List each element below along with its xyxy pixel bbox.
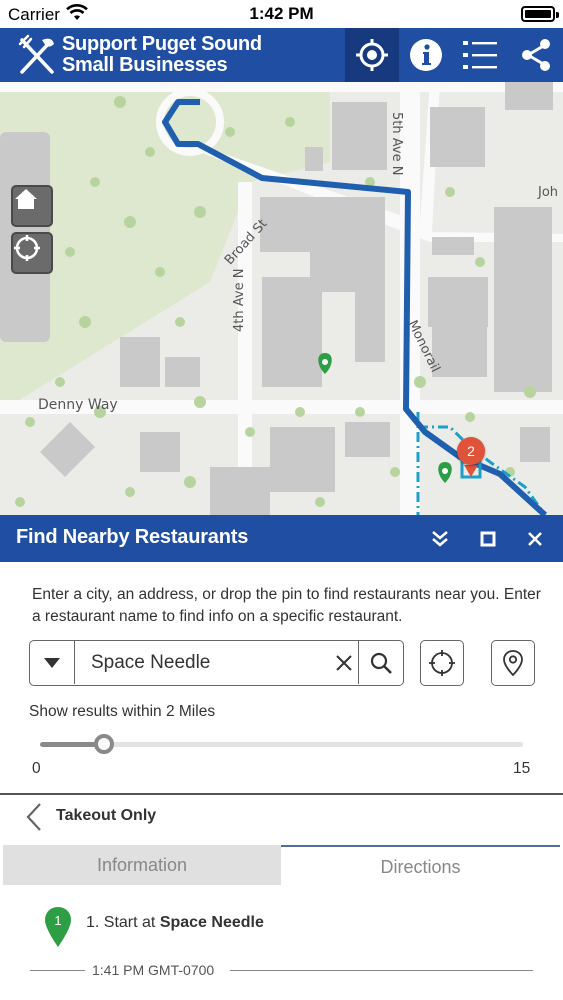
home-button[interactable]: [11, 185, 53, 227]
timestamp-line-right: [230, 970, 533, 971]
timestamp-row: 1:41 PM GMT-0700: [30, 962, 533, 980]
info-button[interactable]: [399, 28, 453, 82]
tab-information[interactable]: Information: [3, 845, 281, 885]
clear-search-button[interactable]: [330, 641, 358, 684]
search-icon: [370, 652, 392, 674]
step-text: 1. Start at Space Needle: [86, 914, 264, 931]
street-label-john: Joh: [538, 185, 559, 200]
svg-text:1: 1: [54, 913, 61, 928]
list-button[interactable]: [453, 28, 507, 82]
share-icon: [522, 39, 550, 71]
search-input[interactable]: [91, 649, 331, 677]
street-label-5th-ave: 5th Ave N: [389, 112, 404, 176]
start-marker-icon: 1: [45, 907, 71, 947]
maximize-icon: [480, 531, 496, 547]
clear-icon: [336, 654, 352, 671]
caret-down-icon: [44, 657, 60, 668]
step-place: Space Needle: [159, 914, 264, 931]
battery-icon: [521, 6, 559, 22]
slider-thumb[interactable]: [94, 734, 115, 754]
locate-button[interactable]: [345, 28, 399, 82]
search-instructions: Enter a city, an address, or drop the pi…: [32, 586, 541, 625]
direction-step[interactable]: 1 1. Start at Space Needle: [40, 905, 540, 949]
slider-max-label: 15: [513, 760, 531, 777]
double-chevron-down-icon: [432, 531, 448, 547]
search-type-dropdown[interactable]: [30, 641, 75, 684]
divider: [0, 793, 563, 795]
locate-icon: [356, 39, 388, 71]
crosshair-icon: [14, 235, 40, 261]
back-label: Takeout Only: [56, 807, 157, 824]
panel-title: Find Nearby Restaurants: [16, 526, 249, 548]
maximize-panel-button[interactable]: [474, 525, 502, 553]
use-location-button[interactable]: [420, 640, 464, 686]
app-header: Support Puget Sound Small Businesses: [0, 28, 563, 82]
share-button[interactable]: [509, 28, 563, 82]
app-title: Support Puget Sound Small Businesses: [62, 33, 262, 76]
close-icon: [528, 532, 542, 546]
slider-min-label: 0: [32, 760, 41, 777]
timestamp: 1:41 PM GMT-0700: [92, 962, 215, 978]
close-panel-button[interactable]: [521, 525, 549, 553]
status-bar: Carrier 1:42 PM: [0, 0, 563, 28]
panel-header: Find Nearby Restaurants: [0, 515, 563, 562]
street-label-4th-ave: 4th Ave N: [232, 268, 247, 332]
search-button[interactable]: [358, 641, 403, 684]
radius-slider[interactable]: [40, 734, 523, 754]
search-box: [29, 640, 404, 686]
street-label-denny-way: Denny Way: [38, 397, 118, 413]
map-locate-button[interactable]: [11, 232, 53, 274]
route-stop-marker[interactable]: 2: [457, 437, 485, 465]
map-view[interactable]: Broad St 5th Ave N Joh 4th Ave N Monorai…: [0, 82, 563, 515]
crosshair-icon: [429, 650, 455, 676]
back-button[interactable]: Takeout Only: [0, 796, 563, 838]
drop-pin-button[interactable]: [491, 640, 535, 686]
timestamp-line-left: [30, 970, 85, 971]
radius-label: Show results within 2 Miles: [29, 703, 216, 720]
home-icon: [15, 189, 37, 209]
list-icon: [463, 41, 497, 69]
tab-directions[interactable]: Directions: [281, 845, 560, 885]
clock: 1:42 PM: [249, 4, 314, 23]
collapse-panel-button[interactable]: [426, 525, 454, 553]
utensils-icon: [18, 34, 54, 74]
map-pin-icon: [503, 650, 523, 677]
info-icon: [410, 39, 442, 71]
chevron-left-icon: [26, 803, 41, 831]
tab-bar: Information Directions: [3, 845, 560, 885]
